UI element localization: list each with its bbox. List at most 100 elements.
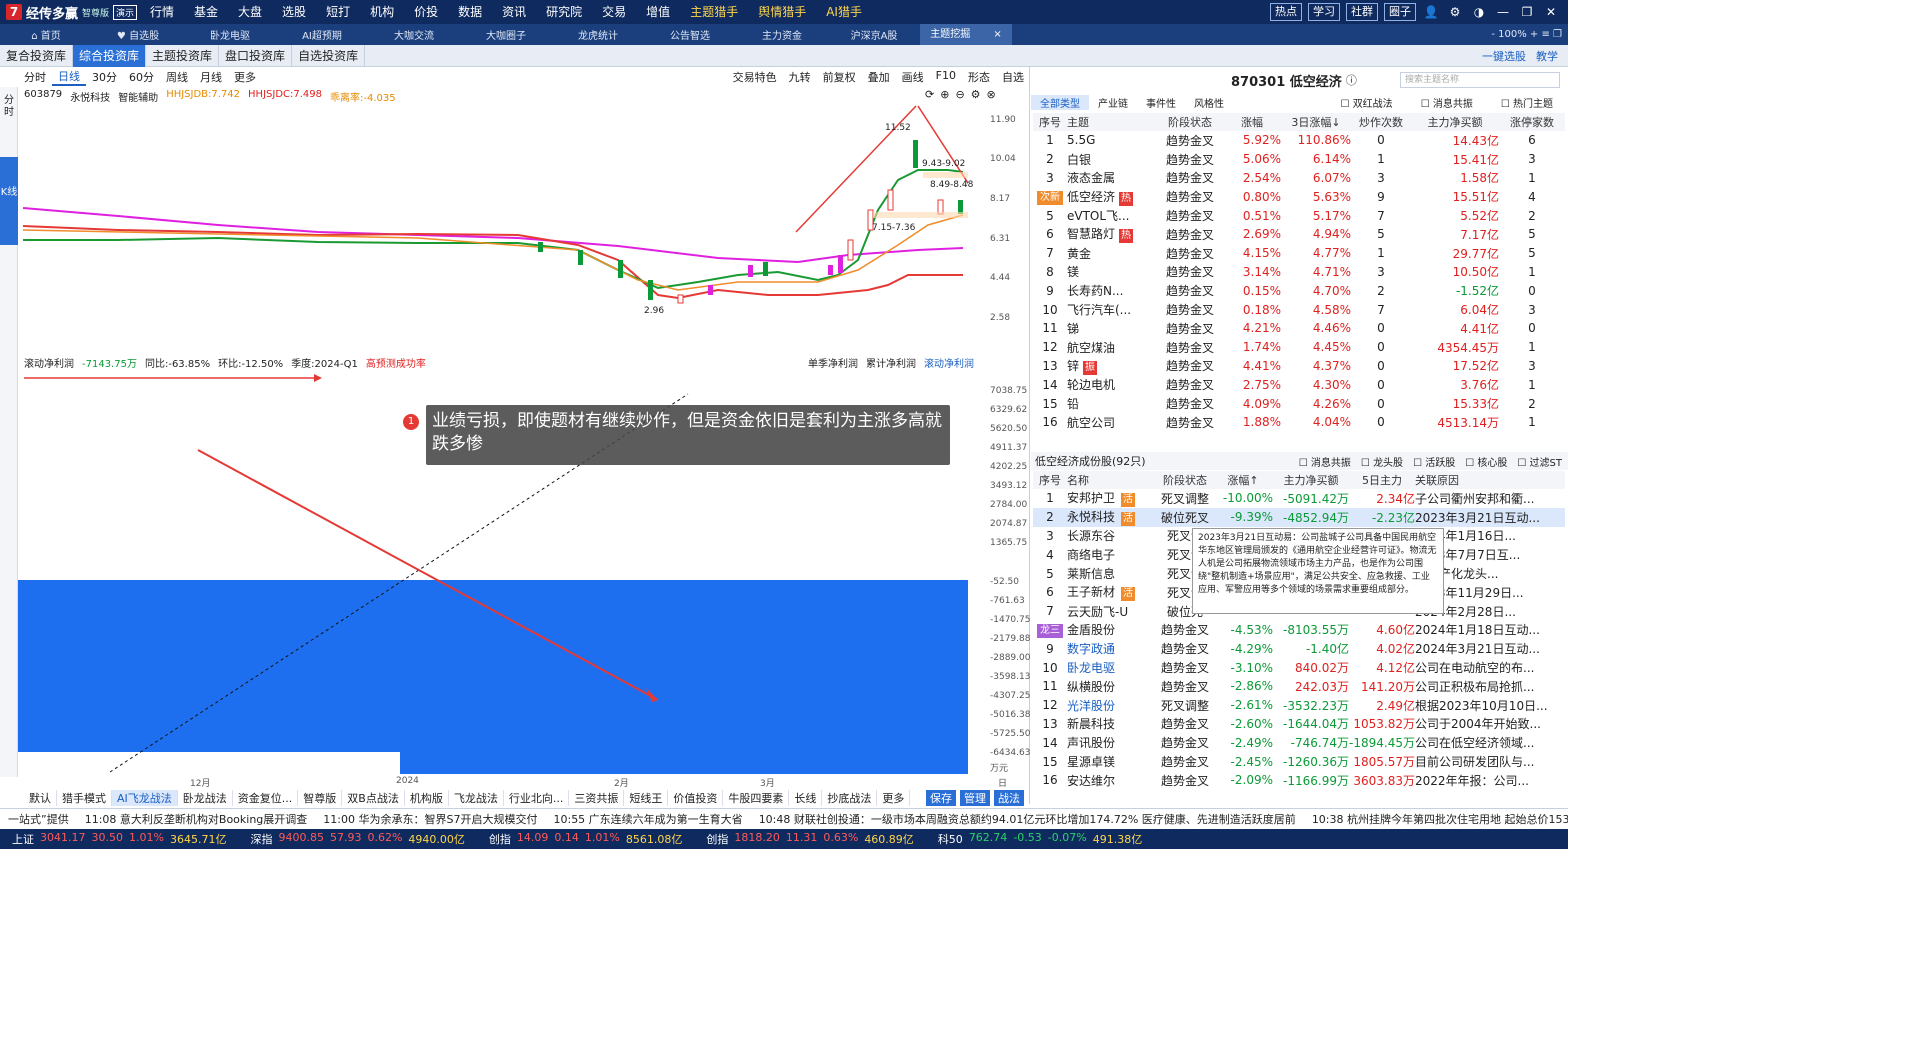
menu-item[interactable]: 选股	[272, 0, 316, 24]
theme-row[interactable]: 10 飞行汽车(... 趋势金叉 0.18% 4.58% 7 6.04亿 3	[1033, 300, 1565, 319]
theme-row[interactable]: 13 锌振 趋势金叉 4.41% 4.37% 0 17.52亿 3	[1033, 357, 1565, 376]
hot-theme-checkbox[interactable]: ☐ 热门主题	[1492, 95, 1562, 110]
period-weekly[interactable]: 周线	[160, 69, 194, 85]
menu-item[interactable]: 短打	[316, 0, 360, 24]
menu-item[interactable]: AI猎手	[816, 0, 872, 24]
theme-row[interactable]: 15 铅 趋势金叉 4.09% 4.26% 0 15.33亿 2	[1033, 394, 1565, 413]
tab-item[interactable]: 龙虎统计	[552, 27, 644, 42]
menu-item[interactable]: 数据	[448, 0, 492, 24]
col-header[interactable]: 名称	[1067, 471, 1157, 489]
leader-checkbox[interactable]: ☐ 龙头股	[1361, 454, 1403, 469]
period-more[interactable]: 更多	[228, 69, 262, 85]
strategy-item[interactable]: 牛股四要素	[723, 790, 790, 806]
constituent-row[interactable]: 11 纵横股份 趋势金叉 -2.86% 242.03万 141.20万 公司正积极布局抢抓.…	[1033, 677, 1565, 696]
rolling-button[interactable]: 滚动净利润	[924, 355, 974, 370]
refresh-icon[interactable]: ⟳	[925, 88, 934, 101]
subtab[interactable]: 复合投资库	[0, 44, 74, 67]
index-item[interactable]: 上证 3041.17 30.50 1.01% 3645.71亿	[0, 831, 238, 847]
constituent-row[interactable]: 2 永悦科技活 破位死叉 -9.39% -4852.94万 -2.23亿 2023年3月21…	[1033, 507, 1565, 527]
zoom-control[interactable]: - 100% + ≡ ❐	[1491, 29, 1568, 40]
col-header[interactable]: 涨幅↑	[1213, 471, 1273, 489]
menu-item[interactable]: 大盘	[228, 0, 272, 24]
menu-item[interactable]: 行情	[140, 0, 184, 24]
f10-button[interactable]: F10	[930, 69, 962, 85]
menu-item[interactable]: 研究院	[536, 0, 592, 24]
subtab[interactable]: 盘口投资库	[219, 44, 293, 67]
adjust-button[interactable]: 前复权	[817, 69, 862, 85]
strategy-item[interactable]: 机构版	[405, 790, 449, 806]
theme-tab[interactable]: 事件性	[1137, 95, 1185, 110]
tab-item[interactable]: 卧龙电驱	[184, 27, 276, 42]
community-button[interactable]: 社群	[1346, 3, 1378, 21]
period-monthly[interactable]: 月线	[194, 69, 228, 85]
index-item[interactable]: 创指 1818.20 11.31 0.63% 460.89亿	[694, 831, 925, 847]
strategy-item[interactable]: 飞龙战法	[449, 790, 504, 806]
strategy-item[interactable]: 智尊版	[298, 790, 343, 806]
col-header[interactable]: 主题	[1067, 113, 1157, 131]
news-item[interactable]: 11:08 意大利反垄断机构对Booking展开调查	[77, 811, 316, 827]
col-header[interactable]: 主力净买额	[1273, 471, 1349, 489]
news-item[interactable]: 一站式”提供	[0, 811, 77, 827]
constituent-row[interactable]: 9 数字政通 趋势金叉 -4.29% -1.40亿 4.02亿 2024年3月21日互动..…	[1033, 639, 1565, 658]
theme-row[interactable]: 次新 低空经济热 趋势金叉 0.80% 5.63% 9 15.51亿 4	[1033, 187, 1565, 206]
strategy-item[interactable]: AI飞龙战法	[112, 790, 178, 806]
theme-row[interactable]: 6 智慧路灯热 趋势金叉 2.69% 4.94% 5 7.17亿 5	[1033, 225, 1565, 244]
col-header[interactable]: 涨停家数	[1499, 113, 1565, 131]
theme-tab[interactable]: 风格性	[1185, 95, 1233, 110]
col-header[interactable]: 5日主力	[1349, 471, 1415, 489]
core-checkbox[interactable]: ☐ 核心股	[1465, 454, 1507, 469]
constituent-row[interactable]: 1 安邦护卫活 死叉调整 -10.00% -5091.42万 2.34亿 子公司衢州安邦和衢…	[1033, 489, 1565, 508]
theme-row[interactable]: 5 eVTOL飞... 趋势金叉 0.51% 5.17% 7 5.52亿 2	[1033, 206, 1565, 225]
zoom-in-icon[interactable]: ⊕	[940, 88, 949, 101]
theme-row[interactable]: 9 长寿药N... 趋势金叉 0.15% 4.70% 2 -1.52亿 0	[1033, 281, 1565, 300]
manage-button[interactable]: 管理	[960, 790, 990, 806]
menu-item[interactable]: 价投	[404, 0, 448, 24]
constituent-row[interactable]: 15 星源卓镁 趋势金叉 -2.45% -1260.36万 1805.57万 目前公司研发团…	[1033, 752, 1565, 771]
theme-row[interactable]: 1 5.5G 趋势金叉 5.92% 110.86% 0 14.43亿 6	[1033, 131, 1565, 150]
strategy-item[interactable]: 猎手模式	[57, 790, 112, 806]
tutorial-link[interactable]: 教学	[1536, 48, 1558, 64]
theme-row[interactable]: 14 轮边电机 趋势金叉 2.75% 4.30% 0 3.76亿 1	[1033, 375, 1565, 394]
pattern-button[interactable]: 形态	[962, 69, 996, 85]
theme-row[interactable]: 7 黄金 趋势金叉 4.15% 4.77% 1 29.77亿 5	[1033, 244, 1565, 263]
index-item[interactable]: 科50 762.74 -0.53 -0.07% 491.38亿	[926, 831, 1154, 847]
tab-favorites[interactable]: ♥ 自选股	[92, 27, 184, 42]
single-quarter-button[interactable]: 单季净利润	[808, 355, 858, 370]
theme-row[interactable]: 16 航空公司 趋势金叉 1.88% 4.04% 0 4513.14万 1	[1033, 413, 1565, 432]
app-logo[interactable]: 7 经传多赢 智尊版 演示	[0, 3, 140, 22]
col-header[interactable]: 3日涨幅↓	[1281, 113, 1351, 131]
strategy-item[interactable]: 卧龙战法	[178, 790, 233, 806]
trade-feature-button[interactable]: 交易特色	[727, 69, 783, 85]
cumulative-button[interactable]: 累计净利润	[866, 355, 916, 370]
theme-row[interactable]: 3 液态金属 趋势金叉 2.54% 6.07% 3 1.58亿 1	[1033, 169, 1565, 188]
draw-line-button[interactable]: 画线	[896, 69, 930, 85]
active-checkbox[interactable]: ☐ 活跃股	[1413, 454, 1455, 469]
theme-tab[interactable]: 全部类型	[1031, 94, 1089, 110]
menu-item[interactable]: 交易	[592, 0, 636, 24]
menu-item[interactable]: 资讯	[492, 0, 536, 24]
index-item[interactable]: 深指 9400.85 57.93 0.62% 4940.00亿	[238, 831, 476, 847]
subtab[interactable]: 主题投资库	[146, 44, 220, 67]
period-30m[interactable]: 30分	[86, 69, 123, 85]
menu-item[interactable]: 机构	[360, 0, 404, 24]
tab-item[interactable]: 主力资金	[736, 27, 828, 42]
timeshare-tab[interactable]: 分时	[0, 95, 18, 119]
constituent-row[interactable]: 龙三 金盾股份 趋势金叉 -4.53% -8103.55万 4.60亿 2024年1月18日…	[1033, 621, 1565, 640]
double-red-checkbox[interactable]: ☐ 双红战法	[1332, 95, 1402, 110]
learn-button[interactable]: 学习	[1308, 3, 1340, 21]
filter-st-checkbox[interactable]: ☐ 过滤ST	[1517, 454, 1562, 469]
tab-item[interactable]: 大咖圈子	[460, 27, 552, 42]
subtab[interactable]: 自选投资库	[292, 44, 366, 67]
menu-item[interactable]: 增值	[636, 0, 680, 24]
user-icon[interactable]: 👤	[1422, 5, 1440, 19]
strategy-item[interactable]: 默认	[24, 790, 57, 806]
col-header[interactable]: 关联原因	[1415, 471, 1565, 489]
theme-tab[interactable]: 产业链	[1089, 95, 1137, 110]
constituent-row[interactable]: 13 新晨科技 趋势金叉 -2.60% -1644.04万 1053.82万 公司于2004…	[1033, 715, 1565, 734]
theme-row[interactable]: 2 白银 趋势金叉 5.06% 6.14% 1 15.41亿 3	[1033, 150, 1565, 169]
news-item[interactable]: 10:55 广东连续六年成为第一生育大省	[545, 811, 750, 827]
constituent-row[interactable]: 14 声讯股份 趋势金叉 -2.49% -746.74万 -1894.45万 公司在低空经济…	[1033, 733, 1565, 752]
col-header[interactable]: 主力净买额	[1411, 113, 1499, 131]
strategy-button[interactable]: 战法	[994, 790, 1024, 806]
theme-row[interactable]: 12 航空煤油 趋势金叉 1.74% 4.45% 0 4354.45万 1	[1033, 338, 1565, 357]
